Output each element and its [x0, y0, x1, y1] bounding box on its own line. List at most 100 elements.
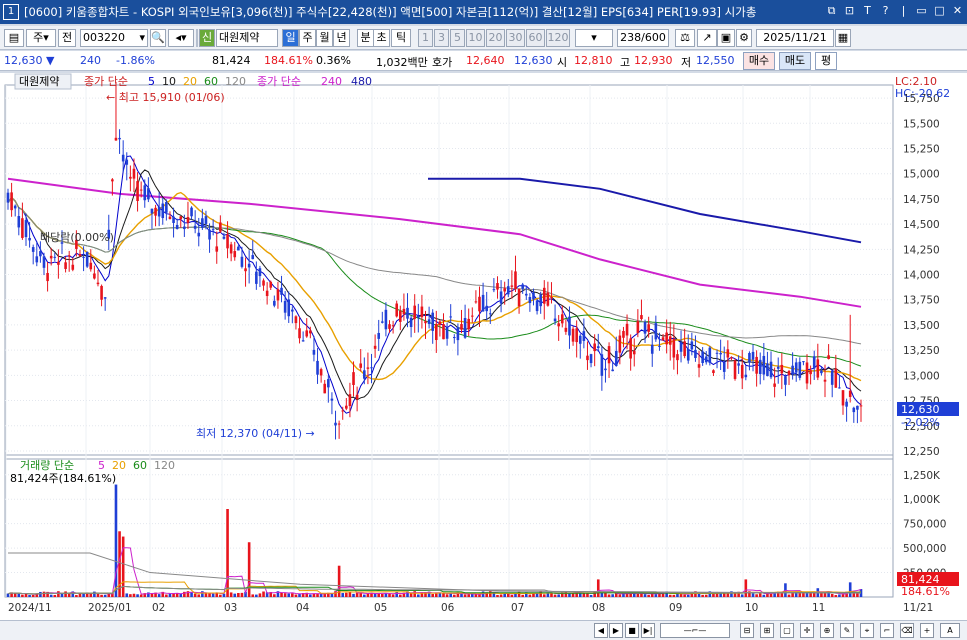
line-tool-icon[interactable]: ↗: [697, 29, 717, 47]
flat-button[interactable]: 평: [815, 52, 837, 70]
minute-dropdown[interactable]: ▾: [575, 29, 613, 47]
pin-icon[interactable]: ⊡: [842, 3, 857, 19]
volume-bar: [553, 594, 557, 597]
candle-body: [546, 292, 550, 306]
candle-body: [222, 236, 226, 239]
restore-icon[interactable]: ⧉: [824, 3, 839, 19]
period-tab-4[interactable]: 분: [357, 29, 374, 47]
search-icon[interactable]: 🔍: [150, 29, 166, 47]
minute-option-3[interactable]: 3: [434, 29, 449, 47]
candle-body: [413, 305, 417, 319]
settings-icon[interactable]: ⚙: [736, 29, 752, 47]
zoom-out-icon[interactable]: ⊟: [740, 623, 754, 638]
chart-area[interactable]: 15,750 15,500 15,250 15,000 14,750 14,500 14,2…: [0, 73, 967, 620]
sell-button[interactable]: 매도: [779, 52, 811, 70]
period-tab-2[interactable]: 월: [316, 29, 333, 47]
candle-body: [85, 251, 89, 267]
dropdown-icon[interactable]: ▾: [139, 30, 145, 46]
candle-body: [838, 387, 841, 389]
price-tick-label: 13,500: [903, 320, 940, 332]
period-tab-3[interactable]: 년: [333, 29, 350, 47]
candle-body: [632, 350, 636, 355]
candle-body: [539, 294, 542, 307]
candle-body: [114, 137, 118, 141]
minute-option-5[interactable]: 5: [450, 29, 465, 47]
text-icon[interactable]: T: [860, 3, 875, 19]
scroll-left-icon[interactable]: ◀: [594, 623, 608, 638]
stock-code-input[interactable]: 003220 ▾: [80, 29, 148, 47]
chart-canvas[interactable]: 15,75015,50015,25015,00014,75014,50014,2…: [0, 73, 967, 620]
clear-icon[interactable]: ⌫: [900, 623, 914, 638]
volume-bar: [129, 594, 132, 597]
volume-bar: [499, 594, 503, 597]
scroll-right-icon[interactable]: ▶|: [641, 623, 655, 638]
volume-bar: [251, 594, 255, 597]
minute-option-10[interactable]: 10: [466, 29, 485, 47]
ruler-icon[interactable]: ⌖: [860, 623, 874, 638]
period-tab-0[interactable]: 일: [282, 29, 299, 47]
candle-body: [132, 168, 136, 179]
count-input[interactable]: 238/600: [617, 29, 669, 47]
volume-legend-ma-20: 20: [112, 459, 126, 472]
candle-body: [690, 341, 694, 350]
sound-icon[interactable]: ◂▾: [168, 29, 194, 47]
candle-body: [64, 262, 67, 269]
minute-option-60[interactable]: 60: [526, 29, 545, 47]
candle-body: [679, 343, 683, 352]
candle-body: [283, 301, 287, 313]
candle-body: [197, 232, 201, 237]
volume-bar: [204, 593, 208, 597]
minute-option-1[interactable]: 1: [418, 29, 433, 47]
date-input[interactable]: 2025/11/21: [756, 29, 834, 47]
candle-body: [211, 229, 215, 231]
price-legend-ma-5: 5: [148, 75, 155, 88]
candle-type-icon[interactable]: ⚖: [675, 29, 695, 47]
minute-option-30[interactable]: 30: [506, 29, 525, 47]
play-icon[interactable]: ▶: [609, 623, 623, 638]
zoom-slider[interactable]: —⌐—: [660, 623, 730, 638]
candle-body: [258, 268, 262, 277]
candle-body: [165, 201, 168, 213]
candle-body: [35, 256, 39, 263]
minute-option-120[interactable]: 120: [546, 29, 570, 47]
volume-bar: [121, 536, 125, 597]
candle-body: [686, 348, 690, 361]
candle-body: [553, 318, 557, 322]
layout-icon[interactable]: ▤: [4, 29, 24, 47]
fit-icon[interactable]: ▢: [780, 623, 794, 638]
candle-body: [244, 268, 247, 272]
save-icon[interactable]: ▣: [717, 29, 735, 47]
minimize-icon[interactable]: ▭: [914, 3, 929, 19]
candle-body: [427, 319, 431, 324]
candle-body: [618, 335, 622, 353]
magnet-icon[interactable]: ⊕: [820, 623, 834, 638]
maximize-icon[interactable]: □: [932, 3, 947, 19]
period-tab-6[interactable]: 틱: [391, 29, 411, 47]
stop-icon[interactable]: ■: [625, 623, 639, 638]
open-label: 시: [557, 56, 568, 69]
volume-bar: [157, 594, 161, 597]
minute-option-20[interactable]: 20: [486, 29, 505, 47]
calendar-icon[interactable]: ▦: [835, 29, 851, 47]
auto-button[interactable]: A: [940, 623, 960, 638]
volume-bar: [848, 582, 852, 597]
draw-icon[interactable]: ✎: [840, 623, 854, 638]
crosshair-icon[interactable]: ✛: [800, 623, 814, 638]
candle-body: [560, 314, 564, 324]
buy-button[interactable]: 매수: [743, 52, 775, 70]
zoom-in-icon[interactable]: ⊞: [760, 623, 774, 638]
prev-button[interactable]: 전: [58, 29, 76, 47]
close-icon[interactable]: ✕: [950, 3, 965, 19]
volume-bar: [625, 593, 629, 597]
candle-body: [388, 324, 391, 329]
volume-bar: [39, 591, 42, 597]
period-tab-1[interactable]: 주: [299, 29, 316, 47]
add-icon[interactable]: +: [920, 623, 934, 638]
candle-body: [712, 370, 715, 374]
text-tool-icon[interactable]: ⌐: [880, 623, 894, 638]
period-tab-5[interactable]: 초: [373, 29, 390, 47]
period-mode-select[interactable]: 주▾: [26, 29, 56, 47]
help-icon[interactable]: ?: [878, 3, 893, 19]
candle-body: [139, 189, 143, 191]
candle-body: [730, 357, 733, 359]
